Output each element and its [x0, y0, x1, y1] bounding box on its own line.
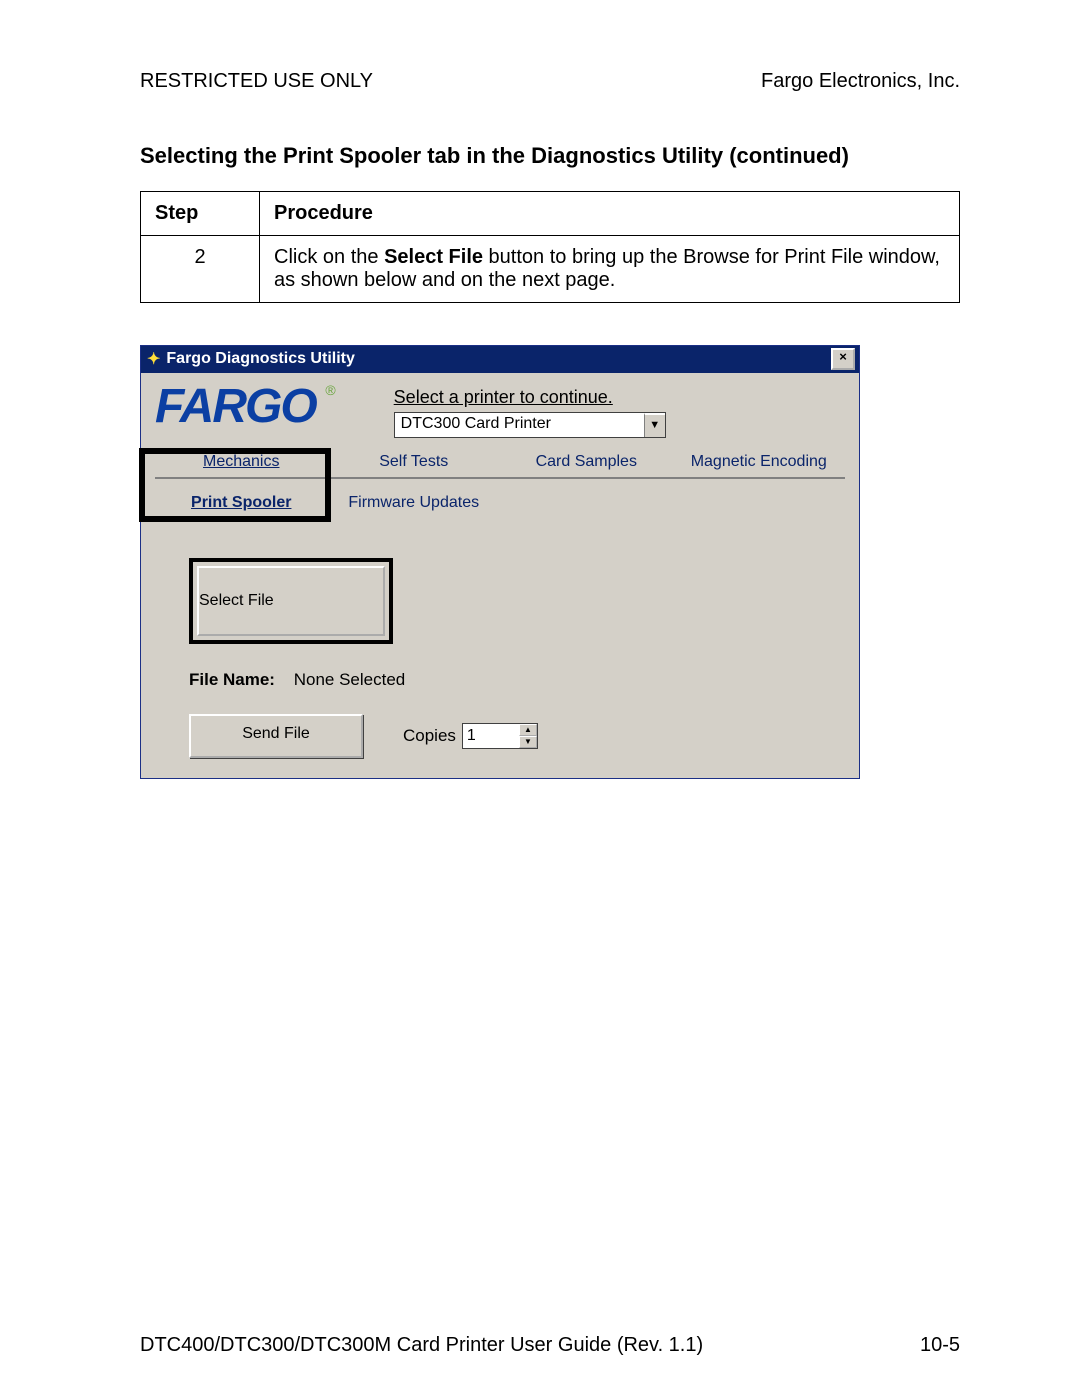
send-file-button[interactable]: Send File [189, 714, 363, 758]
tab-firmware-label: Firmware Updates [348, 494, 479, 511]
logo-text: FARGO [155, 380, 316, 433]
window-titlebar: ✦ Fargo Diagnostics Utility × [141, 346, 859, 373]
tab-magnetic-label: Magnetic Encoding [691, 453, 827, 470]
proc-text-pre: Click on the [274, 246, 384, 268]
tab-card-samples[interactable]: Card Samples [500, 450, 673, 479]
step-number: 2 [141, 236, 260, 303]
spinner-up-icon[interactable]: ▲ [519, 724, 537, 736]
close-icon: × [839, 349, 847, 364]
tab-print-spooler-label: Print Spooler [191, 494, 291, 511]
tab-card-samples-label: Card Samples [536, 453, 637, 470]
tab-magnetic-encoding[interactable]: Magnetic Encoding [673, 450, 846, 479]
tab-mechanics-label: Mechanics [203, 453, 279, 470]
header-company: Fargo Electronics, Inc. [761, 70, 960, 93]
chevron-down-icon[interactable]: ▼ [644, 413, 665, 437]
send-file-button-label: Send File [242, 725, 310, 742]
window-title: Fargo Diagnostics Utility [166, 350, 831, 368]
copies-spinner[interactable]: ▲ ▼ [462, 723, 538, 749]
step-procedure-table: Step Procedure 2 Click on the Select Fil… [140, 191, 960, 303]
file-name-value: None Selected [294, 670, 406, 689]
copies-label: Copies [403, 726, 456, 746]
procedure-cell: Click on the Select File button to bring… [260, 236, 960, 303]
tab-self-tests-label: Self Tests [379, 453, 448, 470]
select-printer-prompt: Select a printer to continue. [394, 387, 666, 408]
tab-print-spooler[interactable]: Print Spooler [155, 491, 328, 518]
footer-guide: DTC400/DTC300/DTC300M Card Printer User … [140, 1334, 703, 1357]
fargo-logo: FARGO ® [155, 383, 334, 431]
header-restricted: RESTRICTED USE ONLY [140, 70, 373, 93]
col-step: Step [141, 192, 260, 236]
col-procedure: Procedure [260, 192, 960, 236]
app-icon: ✦ [147, 349, 160, 369]
diagnostics-window: ✦ Fargo Diagnostics Utility × FARGO ® Sel… [140, 345, 860, 779]
close-button[interactable]: × [831, 348, 855, 370]
section-title: Selecting the Print Spooler tab in the D… [140, 143, 960, 169]
select-file-button[interactable]: Select File [189, 558, 393, 644]
registered-icon: ® [325, 383, 333, 397]
printer-combobox[interactable]: DTC300 Card Printer ▼ [394, 412, 666, 438]
tab-self-tests[interactable]: Self Tests [328, 450, 501, 479]
file-name-label: File Name: [189, 670, 275, 689]
spinner-down-icon[interactable]: ▼ [519, 736, 537, 748]
tab-firmware-updates[interactable]: Firmware Updates [328, 491, 501, 518]
tab-mechanics[interactable]: Mechanics [155, 450, 328, 479]
copies-input[interactable] [463, 724, 519, 748]
select-file-button-label: Select File [197, 566, 385, 636]
footer-page: 10-5 [920, 1334, 960, 1357]
printer-combobox-value: DTC300 Card Printer [395, 413, 644, 437]
proc-text-bold: Select File [384, 246, 483, 268]
